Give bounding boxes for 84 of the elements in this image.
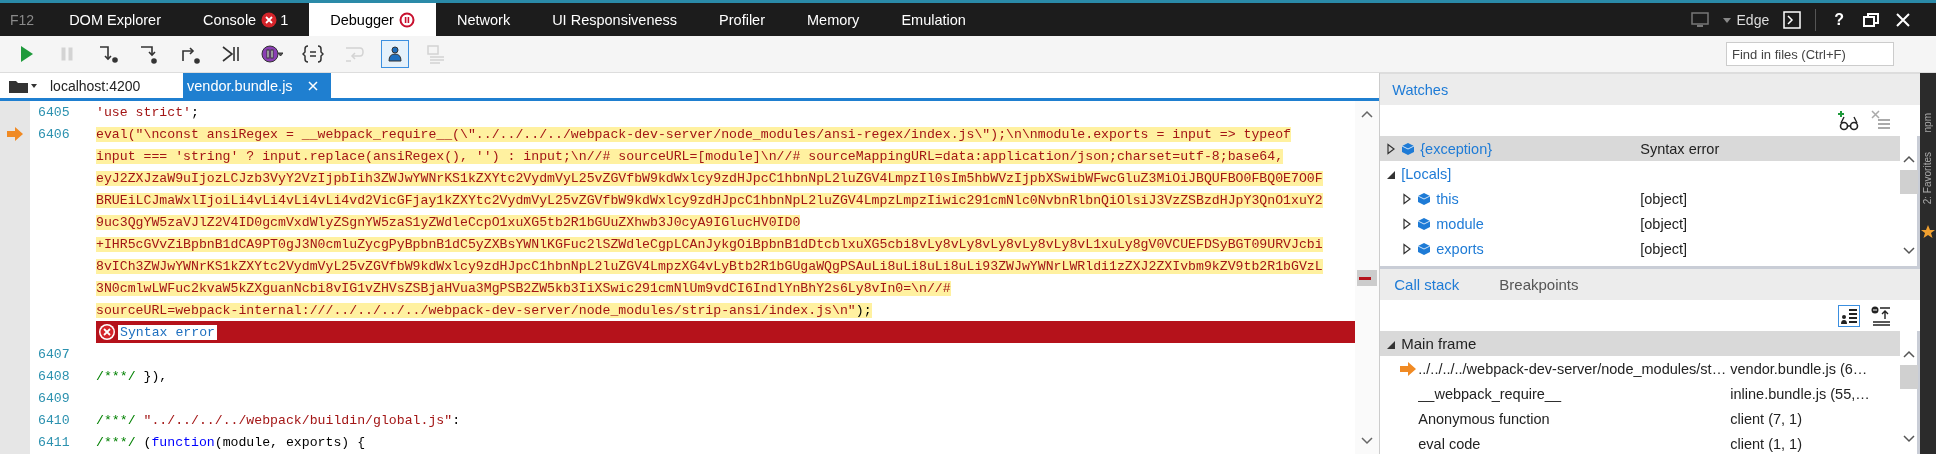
stack-frame-row[interactable]: eval code client (1, 1)	[1380, 431, 1900, 454]
watch-name: exports	[1436, 240, 1485, 257]
add-watch-icon[interactable]	[1838, 109, 1860, 132]
frame-location: vendor.bundle.js (6…	[1730, 360, 1868, 377]
search-field[interactable]: Find in files (Ctrl+F)	[1726, 42, 1894, 66]
watch-value: [object]	[1640, 190, 1688, 207]
caret-icon[interactable]	[1722, 15, 1731, 24]
file-tab[interactable]: vendor.bundle.js	[183, 73, 331, 98]
error-icon	[261, 11, 278, 28]
console-icon[interactable]	[1783, 10, 1802, 29]
error-message: Syntax error	[118, 324, 217, 340]
side-panel-tab[interactable]: 2: Favorites	[1922, 152, 1934, 205]
f12-label: F12	[9, 10, 36, 30]
watch-row[interactable]: exports [object]	[1380, 236, 1900, 261]
scroll-down-icon[interactable]	[1901, 434, 1916, 444]
watch-row[interactable]: this [object]	[1380, 186, 1900, 211]
frame-function: eval code	[1418, 435, 1482, 452]
watch-value: [object]	[1640, 240, 1688, 257]
panel-tab[interactable]: Call stack	[1392, 276, 1462, 293]
code-line: /***/ "../../../../webpack/buildin/global.js":	[96, 412, 461, 428]
code-line: /***/ }),	[96, 368, 168, 384]
watch-row[interactable]: module [object]	[1380, 211, 1900, 236]
scroll-thumb[interactable]	[1899, 365, 1918, 389]
person-list-icon[interactable]	[1838, 304, 1860, 327]
frame-group-row[interactable]: Main frame	[1380, 331, 1900, 356]
help-button[interactable]: ?	[1830, 10, 1848, 29]
watch-name: [Locals]	[1401, 165, 1453, 182]
watch-name: this	[1436, 190, 1460, 207]
panel-title: Watches	[1392, 81, 1449, 98]
panel-tab[interactable]: Breakpoints	[1497, 276, 1581, 293]
browser-mode-label[interactable]: Edge	[1736, 11, 1770, 28]
frame-function: ../../../../webpack-dev-server/node_modules/st…	[1418, 360, 1728, 377]
object-icon	[1417, 216, 1432, 231]
code-line: 'use strict';	[96, 104, 199, 120]
scroll-up-icon[interactable]	[1360, 109, 1375, 119]
line-number: 6409	[38, 390, 70, 406]
line-number: 6410	[38, 412, 70, 428]
stack-frame-row[interactable]: Anonymous function client (7, 1)	[1380, 406, 1900, 431]
line-number: 6406	[38, 126, 70, 142]
line-number: 6411	[38, 434, 70, 450]
scroll-down-icon[interactable]	[1360, 436, 1375, 446]
frame-function: Anonymous function	[1418, 410, 1551, 427]
scroll-thumb[interactable]	[1899, 170, 1918, 194]
watch-row[interactable]: {exception} Syntax error	[1380, 136, 1900, 161]
location-label: localhost:4200	[50, 77, 142, 94]
scroll-up-icon[interactable]	[1901, 349, 1916, 359]
person-list-icon[interactable]	[381, 40, 409, 68]
watch-value: Syntax error	[1640, 140, 1720, 157]
code-line: /***/ (function(module, exports) {	[96, 434, 366, 450]
monitor-icon[interactable]	[1690, 10, 1709, 29]
watch-value: [object]	[1640, 215, 1688, 232]
scrollbar[interactable]	[1355, 101, 1380, 454]
frame-location: client (7, 1)	[1730, 410, 1802, 427]
devtools-tab[interactable]: Debugger	[309, 3, 436, 36]
line-number: 6407	[38, 346, 70, 362]
object-icon	[1417, 191, 1432, 206]
pause-icon	[398, 11, 415, 28]
scroll-up-icon[interactable]	[1901, 154, 1916, 164]
step-list-icon[interactable]	[1870, 304, 1892, 327]
object-icon	[1401, 141, 1416, 156]
watch-name: module	[1436, 215, 1485, 232]
scroll-down-icon[interactable]	[1901, 246, 1916, 256]
object-icon	[1417, 241, 1432, 256]
error-icon	[98, 323, 116, 341]
expander-icon[interactable]	[1402, 192, 1413, 205]
expander-icon[interactable]	[1402, 242, 1413, 255]
star-icon[interactable]	[1921, 224, 1935, 239]
side-panel-tab[interactable]: npm	[1922, 113, 1934, 133]
watch-name: {exception}	[1420, 140, 1494, 157]
expander-icon[interactable]	[1402, 217, 1413, 230]
frame-location: client (1, 1)	[1730, 435, 1802, 452]
error-marker	[1357, 269, 1378, 286]
stack-frame-row[interactable]: ../../../../webpack-dev-server/node_modules/st… vendor.bundle.js (6…	[1380, 356, 1900, 381]
restore-icon[interactable]	[1862, 10, 1880, 29]
frame-group-label: Main frame	[1401, 335, 1477, 352]
close-icon[interactable]	[1894, 10, 1912, 29]
line-number: 6408	[38, 368, 70, 384]
error-count: 1	[280, 11, 289, 28]
expander-icon[interactable]	[1386, 142, 1397, 155]
stack-frame-row[interactable]: __webpack_require__ inline.bundle.js (55,…	[1380, 381, 1900, 406]
line-number: 6405	[38, 104, 70, 120]
frame-location: inline.bundle.js (55,…	[1730, 385, 1870, 402]
frame-function: __webpack_require__	[1418, 385, 1563, 402]
watch-row[interactable]: [Locals]	[1380, 161, 1900, 186]
